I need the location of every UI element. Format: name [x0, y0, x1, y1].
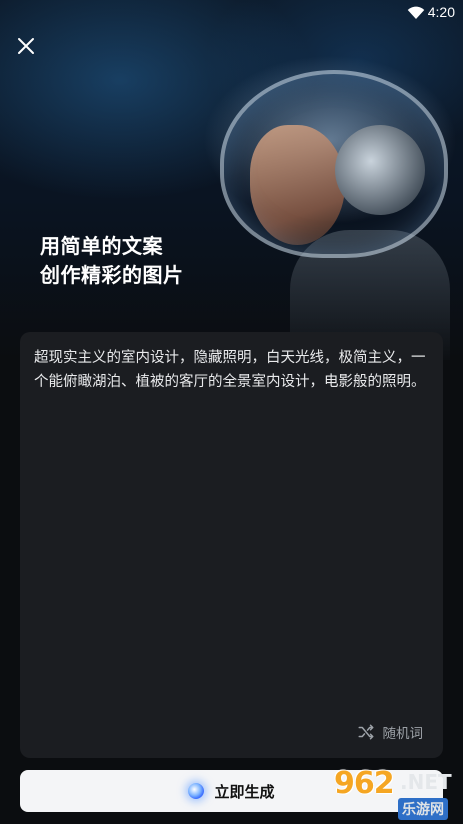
page-title-line1: 用简单的文案 [40, 234, 163, 258]
status-bar: 4:20 [0, 0, 463, 26]
page-title-line2: 创作精彩的图片 [40, 263, 184, 287]
close-button[interactable] [14, 34, 38, 58]
glow-orb-icon [188, 783, 205, 799]
prompt-input[interactable]: 超现实主义的室内设计，隐藏照明，白天光线，极简主义，一个能俯瞰湖泊、植被的客厅的… [20, 332, 443, 758]
watermark-suffix: .NET [400, 770, 452, 794]
random-words-button[interactable]: 随机词 [357, 722, 424, 742]
wifi-icon [407, 4, 425, 22]
close-icon [18, 38, 34, 54]
shuffle-icon [358, 724, 373, 740]
random-words-label: 随机词 [382, 726, 424, 742]
status-time: 4:20 [427, 4, 455, 20]
watermark-site: 乐游网 [398, 798, 448, 820]
hero-image [0, 0, 463, 360]
page-title: 用简单的文案 创作精彩的图片 [40, 232, 184, 290]
hero-figure-headphone [335, 125, 425, 215]
watermark-number: 962 [334, 766, 395, 801]
prompt-text[interactable]: 超现实主义的室内设计，隐藏照明，白天光线，极简主义，一个能俯瞰湖泊、植被的客厅的… [34, 346, 428, 394]
generate-label: 立即生成 [214, 782, 275, 801]
watermark-logo: 962 .NET 乐游网 [326, 766, 458, 822]
